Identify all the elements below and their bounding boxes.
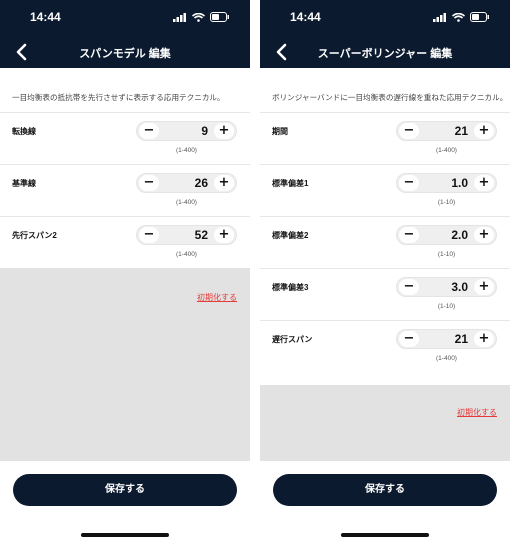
field-row-lagging-span: 遅行スパン − 21 + (1-400) <box>260 320 510 372</box>
save-button[interactable]: 保存する <box>13 474 237 506</box>
increment-button[interactable]: + <box>474 123 494 139</box>
empty-panel: 初期化する <box>260 385 510 461</box>
increment-button[interactable]: + <box>474 175 494 191</box>
decrement-button[interactable]: − <box>139 227 159 243</box>
field-label: 標準偏差2 <box>272 231 309 240</box>
signal-icon <box>433 12 446 22</box>
field-row-conversion-line: 転換線 − 9 + (1-400) <box>0 112 250 164</box>
increment-button[interactable]: + <box>474 331 494 347</box>
field-row-period: 期間 − 21 + (1-400) <box>260 112 510 164</box>
status-icons <box>433 12 490 22</box>
decrement-button[interactable]: − <box>399 227 419 243</box>
stepper-value[interactable]: 3.0 <box>451 280 468 294</box>
range-hint: (1-400) <box>176 199 197 206</box>
reset-link[interactable]: 初期化する <box>197 292 237 303</box>
empty-panel: 初期化する <box>0 268 250 461</box>
field-row-base-line: 基準線 − 26 + (1-400) <box>0 164 250 216</box>
stepper-value[interactable]: 21 <box>455 124 468 138</box>
save-button[interactable]: 保存する <box>273 474 497 506</box>
stepper-value[interactable]: 26 <box>195 176 208 190</box>
signal-icon <box>173 12 186 22</box>
period-stepper: − 21 + <box>396 121 497 141</box>
conversion-line-stepper: − 9 + <box>136 121 237 141</box>
base-line-stepper: − 26 + <box>136 173 237 193</box>
span-model-edit-screen: 14:44 スパンモデル 編集 一目均衡表の抵抗帯を先行させずに表示する応用テク… <box>0 0 250 542</box>
range-hint: (1-400) <box>436 355 457 362</box>
increment-button[interactable]: + <box>474 227 494 243</box>
status-time: 14:44 <box>30 10 61 24</box>
field-row-leading-span-2: 先行スパン2 − 52 + (1-400) <box>0 216 250 268</box>
increment-button[interactable]: + <box>214 175 234 191</box>
field-row-std-dev-3: 標準偏差3 − 3.0 + (1-10) <box>260 268 510 320</box>
two-phone-screens: 14:44 スパンモデル 編集 一目均衡表の抵抗帯を先行させずに表示する応用テク… <box>0 0 510 542</box>
stepper-value[interactable]: 2.0 <box>451 228 468 242</box>
battery-icon <box>210 12 229 22</box>
increment-button[interactable]: + <box>474 279 494 295</box>
field-label: 転換線 <box>12 127 36 136</box>
range-hint: (1-400) <box>176 147 197 154</box>
decrement-button[interactable]: − <box>399 279 419 295</box>
stepper-value[interactable]: 9 <box>201 124 208 138</box>
header: 14:44 スーパーボリンジャー 編集 <box>260 0 510 68</box>
form-content: 一目均衡表の抵抗帯を先行させずに表示する応用テクニカル。 転換線 − 9 + (… <box>0 68 250 268</box>
range-hint: (1-400) <box>436 147 457 154</box>
field-label: 先行スパン2 <box>12 231 57 240</box>
decrement-button[interactable]: − <box>399 123 419 139</box>
status-time: 14:44 <box>290 10 321 24</box>
lagging-span-stepper: − 21 + <box>396 329 497 349</box>
std-dev-2-stepper: − 2.0 + <box>396 225 497 245</box>
description-text: 一目均衡表の抵抗帯を先行させずに表示する応用テクニカル。 <box>12 93 225 102</box>
range-hint: (1-400) <box>176 251 197 258</box>
reset-link[interactable]: 初期化する <box>457 407 497 418</box>
status-icons <box>173 12 230 22</box>
std-dev-1-stepper: − 1.0 + <box>396 173 497 193</box>
range-hint: (1-10) <box>437 199 456 206</box>
stepper-value[interactable]: 21 <box>455 332 468 346</box>
leading-span-2-stepper: − 52 + <box>136 225 237 245</box>
field-row-std-dev-1: 標準偏差1 − 1.0 + (1-10) <box>260 164 510 216</box>
field-label: 標準偏差1 <box>272 179 309 188</box>
field-label: 基準線 <box>12 179 36 188</box>
range-hint: (1-10) <box>437 251 456 258</box>
stepper-value[interactable]: 52 <box>195 228 208 242</box>
header: 14:44 スパンモデル 編集 <box>0 0 250 68</box>
decrement-button[interactable]: − <box>139 175 159 191</box>
decrement-button[interactable]: − <box>399 331 419 347</box>
std-dev-3-stepper: − 3.0 + <box>396 277 497 297</box>
stepper-value[interactable]: 1.0 <box>451 176 468 190</box>
home-indicator <box>81 533 169 537</box>
footer: 保存する <box>0 461 250 542</box>
increment-button[interactable]: + <box>214 227 234 243</box>
decrement-button[interactable]: − <box>399 175 419 191</box>
home-indicator <box>341 533 429 537</box>
range-hint: (1-10) <box>437 303 456 310</box>
field-row-std-dev-2: 標準偏差2 − 2.0 + (1-10) <box>260 216 510 268</box>
field-label: 標準偏差3 <box>272 283 309 292</box>
back-chevron-icon[interactable] <box>274 42 290 62</box>
super-bollinger-edit-screen: 14:44 スーパーボリンジャー 編集 ボリンジャーバンドに一目均衡表の遅行線を… <box>260 0 510 542</box>
battery-icon <box>470 12 489 22</box>
increment-button[interactable]: + <box>214 123 234 139</box>
description-text: ボリンジャーバンドに一目均衡表の遅行線を重ねた応用テクニカル。 <box>272 93 508 102</box>
wifi-icon <box>192 12 205 22</box>
field-label: 期間 <box>272 127 288 136</box>
back-chevron-icon[interactable] <box>14 42 30 62</box>
page-title: スーパーボリンジャー 編集 <box>317 48 453 60</box>
decrement-button[interactable]: − <box>139 123 159 139</box>
page-title: スパンモデル 編集 <box>79 48 171 60</box>
field-label: 遅行スパン <box>272 335 313 344</box>
footer: 保存する <box>260 461 510 542</box>
form-content: ボリンジャーバンドに一目均衡表の遅行線を重ねた応用テクニカル。 期間 − 21 … <box>260 68 510 372</box>
wifi-icon <box>452 12 465 22</box>
